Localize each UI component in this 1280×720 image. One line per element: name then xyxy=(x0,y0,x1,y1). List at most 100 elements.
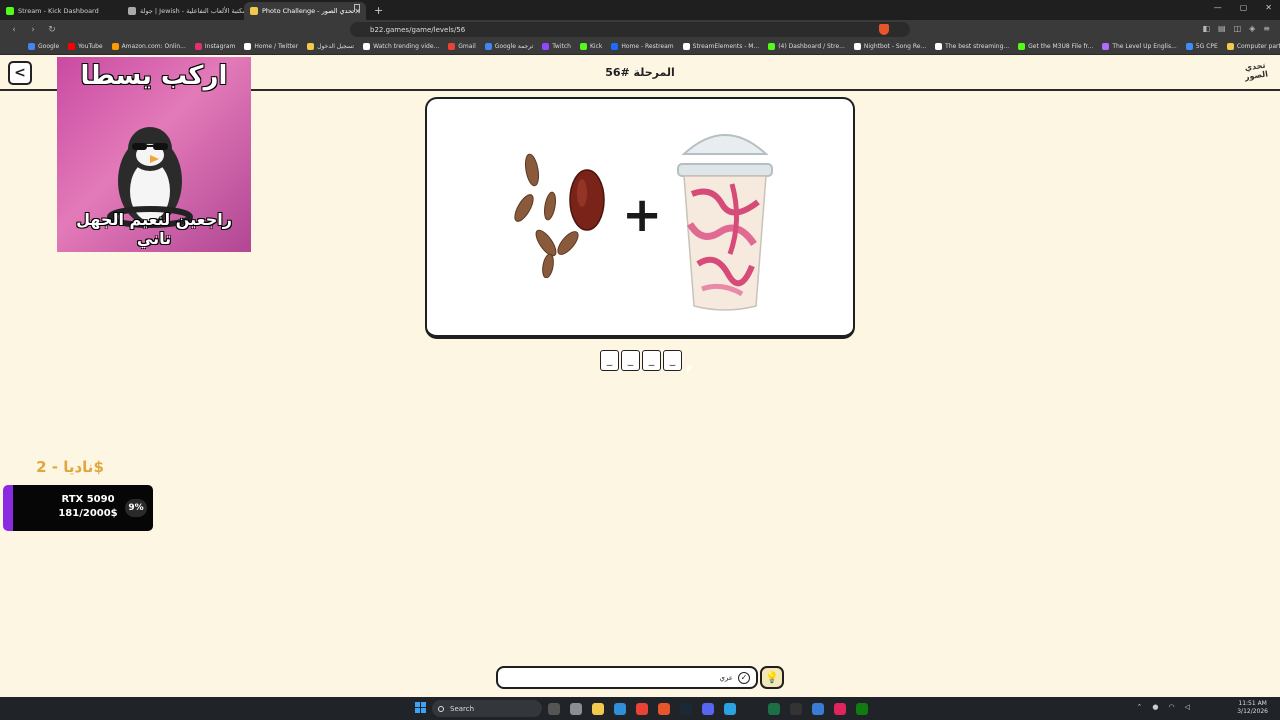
task-view-icon[interactable] xyxy=(548,703,560,715)
chrome-icon[interactable] xyxy=(636,703,648,715)
taskbar-clock[interactable]: 11:51 AM 3/12/2026 xyxy=(1237,700,1268,716)
level-title: المرحلة #56 xyxy=(605,66,675,79)
minimize-icon[interactable]: — xyxy=(1214,3,1222,12)
bookmark-item[interactable]: Nightbot - Song Re... xyxy=(853,43,926,50)
bookmark-favicon-icon xyxy=(611,43,619,50)
lightbulb-icon: 💡 xyxy=(765,671,779,684)
kick-icon xyxy=(6,7,14,15)
bookmark-item[interactable]: Computer parts, lap... xyxy=(1226,43,1280,50)
bookmark-favicon-icon xyxy=(1226,43,1234,50)
wifi-icon[interactable]: ◠ xyxy=(1169,703,1175,711)
brave-icon[interactable] xyxy=(658,703,670,715)
tab-kick-dashboard[interactable]: Stream - Kick Dashboard xyxy=(0,2,122,20)
bookmark-favicon-icon xyxy=(853,43,861,50)
reload-icon[interactable]: ↻ xyxy=(47,25,57,35)
tab-games-library[interactable]: جولة | Jewish - مكتبة الألعاب التفاعلية xyxy=(122,2,244,20)
window-controls: — ▢ ✕ xyxy=(1214,3,1272,12)
bookmark-label: The best streaming... xyxy=(945,43,1010,50)
bookmark-favicon-icon xyxy=(768,43,776,50)
discord-icon[interactable] xyxy=(702,703,714,715)
settings-icon[interactable] xyxy=(570,703,582,715)
bookmark-label: Google xyxy=(38,43,60,50)
bookmark-item[interactable]: YouTube xyxy=(68,43,103,50)
search-icon xyxy=(438,706,444,712)
vpn-icon[interactable]: ◈ xyxy=(1249,24,1255,33)
telegram-icon[interactable] xyxy=(724,703,736,715)
answer-input[interactable]: عري ✓ xyxy=(496,666,758,689)
mouse-cursor xyxy=(687,366,692,374)
extensions-icon[interactable]: ◧ xyxy=(1202,24,1210,33)
bookmark-label: Watch trending vide... xyxy=(373,43,440,50)
bookmark-item[interactable]: Home / Twitter xyxy=(244,43,298,50)
hint-button[interactable]: 💡 xyxy=(760,666,784,689)
bookmark-item[interactable]: Google xyxy=(28,43,59,50)
bookmark-item[interactable]: Twitch xyxy=(542,43,571,50)
clock-date: 3/12/2026 xyxy=(1237,708,1268,715)
bookmark-label: Twitch xyxy=(552,43,571,50)
xbox-icon[interactable] xyxy=(856,703,868,715)
browser-toolbar-right: ◧ ▤ ◫ ◈ ≡ xyxy=(1202,24,1270,33)
bookmark-item[interactable]: (4) Dashboard / Stre... xyxy=(768,43,845,50)
bookmark-favicon-icon xyxy=(682,43,690,50)
bookmark-label: YouTube xyxy=(78,43,103,50)
close-window-icon[interactable]: ✕ xyxy=(1265,3,1272,12)
bookmark-item[interactable]: Kick xyxy=(579,43,603,50)
url-text: b22.games/game/levels/56 xyxy=(370,25,466,34)
bookmarks-bar: Google YouTube Amazon.com: Onlin... Instagr… xyxy=(0,39,1280,55)
bookmark-label: Kick xyxy=(589,43,603,50)
app-icon[interactable] xyxy=(812,703,824,715)
obs-icon[interactable] xyxy=(790,703,802,715)
new-tab-button[interactable]: + xyxy=(374,4,383,17)
bookmark-item[interactable]: Gmail xyxy=(448,43,476,50)
maximize-icon[interactable]: ▢ xyxy=(1240,3,1248,12)
donation-goal-widget: RTX 5090 181/2000$ 9% xyxy=(3,485,153,531)
bookmark-favicon-icon xyxy=(1185,43,1193,50)
bookmark-page-icon[interactable] xyxy=(354,4,360,12)
steam-icon[interactable] xyxy=(680,703,692,715)
wallet-icon[interactable]: ◫ xyxy=(1234,24,1242,33)
meme-bottom-text: راجعين لنعيم الجهل تاني xyxy=(76,210,232,248)
address-bar[interactable]: b22.games/game/levels/56 xyxy=(350,22,910,37)
edge-icon[interactable] xyxy=(614,703,626,715)
bookmark-item[interactable]: Watch trending vide... xyxy=(363,43,439,50)
bookmark-item[interactable]: 5G CPE xyxy=(1185,43,1218,50)
bookmark-item[interactable]: The best streaming... xyxy=(935,43,1009,50)
bookmark-item[interactable]: StreamElements - M... xyxy=(682,43,759,50)
bookmark-item[interactable]: Home - Restream xyxy=(611,43,674,50)
bookmark-item[interactable]: تسجيل الدخول xyxy=(307,43,354,50)
mic-icon[interactable]: ● xyxy=(1152,703,1158,711)
bookmark-favicon-icon xyxy=(194,43,202,50)
bookmark-favicon-icon xyxy=(1018,43,1026,50)
bookmark-item[interactable]: Amazon.com: Onlin... xyxy=(111,43,186,50)
file-explorer-icon[interactable] xyxy=(592,703,604,715)
game-icon[interactable] xyxy=(834,703,846,715)
search-label: Search xyxy=(450,704,475,713)
bookmark-item[interactable]: The Level Up Englis... xyxy=(1102,43,1177,50)
system-tray: ⌃ ● ◠ ◁ xyxy=(1137,703,1190,711)
brave-shield-icon[interactable] xyxy=(879,24,889,35)
bookmark-label: Gmail xyxy=(458,43,476,50)
forward-icon[interactable]: › xyxy=(28,25,38,35)
bookmark-label: The Level Up Englis... xyxy=(1112,43,1177,50)
bookmark-favicon-icon xyxy=(68,43,76,50)
bookmark-item[interactable]: Get the M3U8 File fr... xyxy=(1018,43,1093,50)
taskbar-search[interactable]: Search xyxy=(432,700,542,717)
bookmark-favicon-icon xyxy=(484,43,492,50)
answer-slot: _ xyxy=(663,350,682,371)
excel-icon[interactable] xyxy=(768,703,780,715)
sidebar-icon[interactable]: ▤ xyxy=(1218,24,1226,33)
bookmark-label: (4) Dashboard / Stre... xyxy=(778,43,845,50)
bookmark-item[interactable]: Google ترجمة xyxy=(484,43,533,50)
check-icon[interactable]: ✓ xyxy=(738,671,750,684)
chevron-up-icon[interactable]: ⌃ xyxy=(1137,703,1143,711)
tab-photo-challenge[interactable]: Photo Challenge - تحدي الصور ✕ xyxy=(244,2,366,20)
back-button[interactable]: < xyxy=(8,61,32,85)
bookmark-favicon-icon xyxy=(542,43,550,50)
menu-icon[interactable]: ≡ xyxy=(1263,24,1270,33)
bookmark-item[interactable]: Instagram xyxy=(194,43,235,50)
bookmark-favicon-icon xyxy=(244,43,252,50)
volume-icon[interactable]: ◁ xyxy=(1185,703,1190,711)
back-icon[interactable]: ‹ xyxy=(9,25,19,35)
windows-start-icon[interactable] xyxy=(415,702,427,714)
bookmark-label: 5G CPE xyxy=(1195,43,1218,50)
